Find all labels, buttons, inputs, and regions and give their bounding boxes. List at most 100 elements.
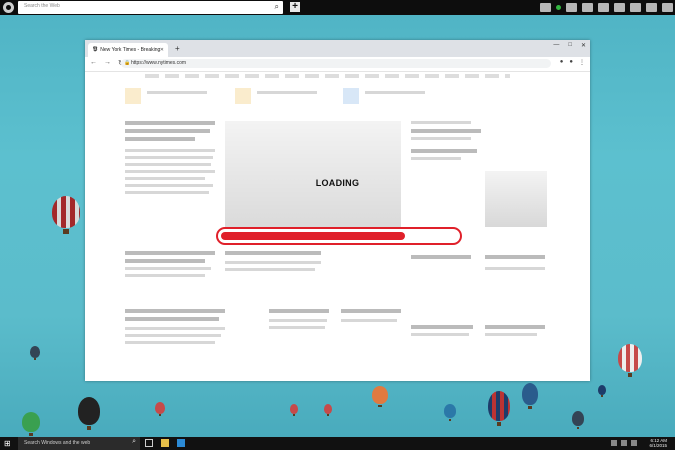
body-line — [125, 191, 209, 194]
balloon-icon — [324, 404, 332, 416]
web-search-placeholder: Search the Web — [24, 3, 60, 9]
promo-image — [235, 88, 251, 104]
search-icon[interactable]: ⌕ — [275, 2, 279, 12]
tray-icon[interactable] — [631, 440, 637, 446]
headline-line — [225, 251, 321, 255]
lock-icon: 🔒 — [124, 60, 131, 66]
tray-icon[interactable] — [646, 3, 657, 12]
headline-line — [125, 317, 219, 321]
browser-window: 𝔓New York Times - Breaking New ✕ + — □ ✕… — [85, 40, 590, 381]
body-line — [411, 157, 461, 160]
nyt-favicon-icon: 𝔓 — [93, 47, 98, 53]
body-line — [411, 121, 471, 124]
headline-line — [411, 255, 471, 259]
profile-icon[interactable]: ● — [569, 59, 573, 66]
file-explorer-icon[interactable] — [161, 439, 169, 447]
body-line — [225, 268, 315, 271]
body-line — [125, 341, 215, 344]
promo-line — [365, 91, 425, 94]
promo-line — [147, 91, 207, 94]
headline-line — [485, 325, 545, 329]
tab-strip: 𝔓New York Times - Breaking New ✕ + — □ ✕ — [85, 40, 590, 67]
promo-image — [343, 88, 359, 104]
headline-line — [125, 129, 210, 133]
tray-icon[interactable] — [540, 3, 551, 12]
balloon-icon — [290, 404, 298, 416]
browser-tab[interactable]: 𝔓New York Times - Breaking New ✕ — [88, 43, 168, 67]
window-controls: — □ ✕ — [553, 42, 586, 49]
tray-icon[interactable] — [582, 3, 593, 12]
new-tab-plus-icon[interactable]: + — [290, 2, 300, 12]
headline-line — [125, 121, 215, 125]
balloon-icon — [618, 344, 642, 378]
body-line — [125, 163, 211, 166]
body-line — [125, 334, 221, 337]
body-line — [411, 333, 469, 336]
body-line — [225, 261, 321, 264]
back-icon[interactable]: ← — [90, 59, 97, 67]
taskbar-apps — [145, 439, 185, 447]
tray-icon[interactable] — [621, 440, 627, 446]
body-line — [411, 137, 471, 140]
headline-line — [485, 255, 545, 259]
body-line — [125, 267, 211, 270]
promo-image — [125, 88, 141, 104]
close-window-icon[interactable]: ✕ — [581, 42, 586, 49]
web-search-box[interactable]: Search the Web ⌕ — [18, 1, 283, 14]
tray-icon[interactable] — [630, 3, 641, 12]
balloon-icon — [488, 391, 510, 427]
balloon-icon — [444, 404, 456, 421]
balloon-icon — [22, 412, 40, 436]
tray-icon[interactable] — [611, 440, 617, 446]
headline-line — [125, 251, 215, 255]
tray-icon[interactable] — [614, 3, 625, 12]
headline-line — [411, 325, 473, 329]
loading-label: LOADING — [315, 178, 360, 188]
headline-line — [125, 259, 205, 263]
kebab-menu-icon[interactable]: ⋮ — [579, 59, 585, 66]
body-line — [125, 327, 225, 330]
balloon-icon — [522, 383, 538, 409]
tray-icon[interactable] — [662, 3, 673, 12]
body-line — [269, 326, 325, 329]
headline-line — [411, 149, 477, 153]
status-dot-icon — [556, 5, 561, 10]
close-tab-icon[interactable]: ✕ — [160, 43, 164, 57]
body-line — [485, 333, 537, 336]
top-toolbar: Search the Web ⌕ + — [0, 0, 675, 15]
taskbar-search-box[interactable]: Search Windows and the web ⌕ — [18, 437, 140, 450]
web-page: LOADING — [85, 71, 590, 381]
task-view-icon[interactable] — [145, 439, 153, 447]
tray-icon[interactable] — [598, 3, 609, 12]
body-line — [341, 319, 397, 322]
balloon-icon — [30, 346, 40, 361]
store-icon[interactable] — [177, 439, 185, 447]
nav-buttons: ← → ↻ — [90, 59, 124, 67]
maximize-icon[interactable]: □ — [568, 42, 572, 49]
taskbar: ⊞ Search Windows and the web ⌕ 6:12 AM 6… — [0, 437, 675, 450]
address-bar[interactable]: 🔒 https://www.nytimes.com — [121, 59, 551, 68]
microphone-icon[interactable]: ⌕ — [132, 438, 136, 446]
taskbar-clock[interactable]: 6:12 AM 6/1/2015 — [649, 438, 667, 448]
body-line — [125, 149, 215, 152]
promo-line — [257, 91, 317, 94]
balloon-icon — [52, 196, 80, 234]
body-line — [485, 267, 545, 270]
page-content-faded — [85, 71, 590, 381]
new-tab-button[interactable]: + — [175, 44, 180, 53]
section-nav — [145, 74, 510, 78]
address-bar-row: ← → ↻ 🔒 https://www.nytimes.com ● ● ⋮ — [85, 57, 590, 72]
windows-start-icon[interactable]: ⊞ — [4, 439, 11, 448]
clock-date: 6/1/2015 — [649, 443, 667, 448]
taskbar-search-placeholder: Search Windows and the web — [24, 440, 91, 446]
body-line — [125, 274, 205, 277]
circle-menu-icon[interactable] — [3, 2, 14, 13]
body-line — [125, 156, 213, 159]
extension-icon[interactable]: ● — [560, 59, 564, 66]
balloon-icon — [372, 386, 388, 408]
minimize-icon[interactable]: — — [553, 42, 559, 49]
taskbar-tray-icons — [611, 440, 637, 446]
forward-icon[interactable]: → — [104, 59, 111, 67]
browser-menu-icons: ● ● ⋮ — [560, 59, 585, 66]
tray-icon[interactable] — [566, 3, 577, 12]
